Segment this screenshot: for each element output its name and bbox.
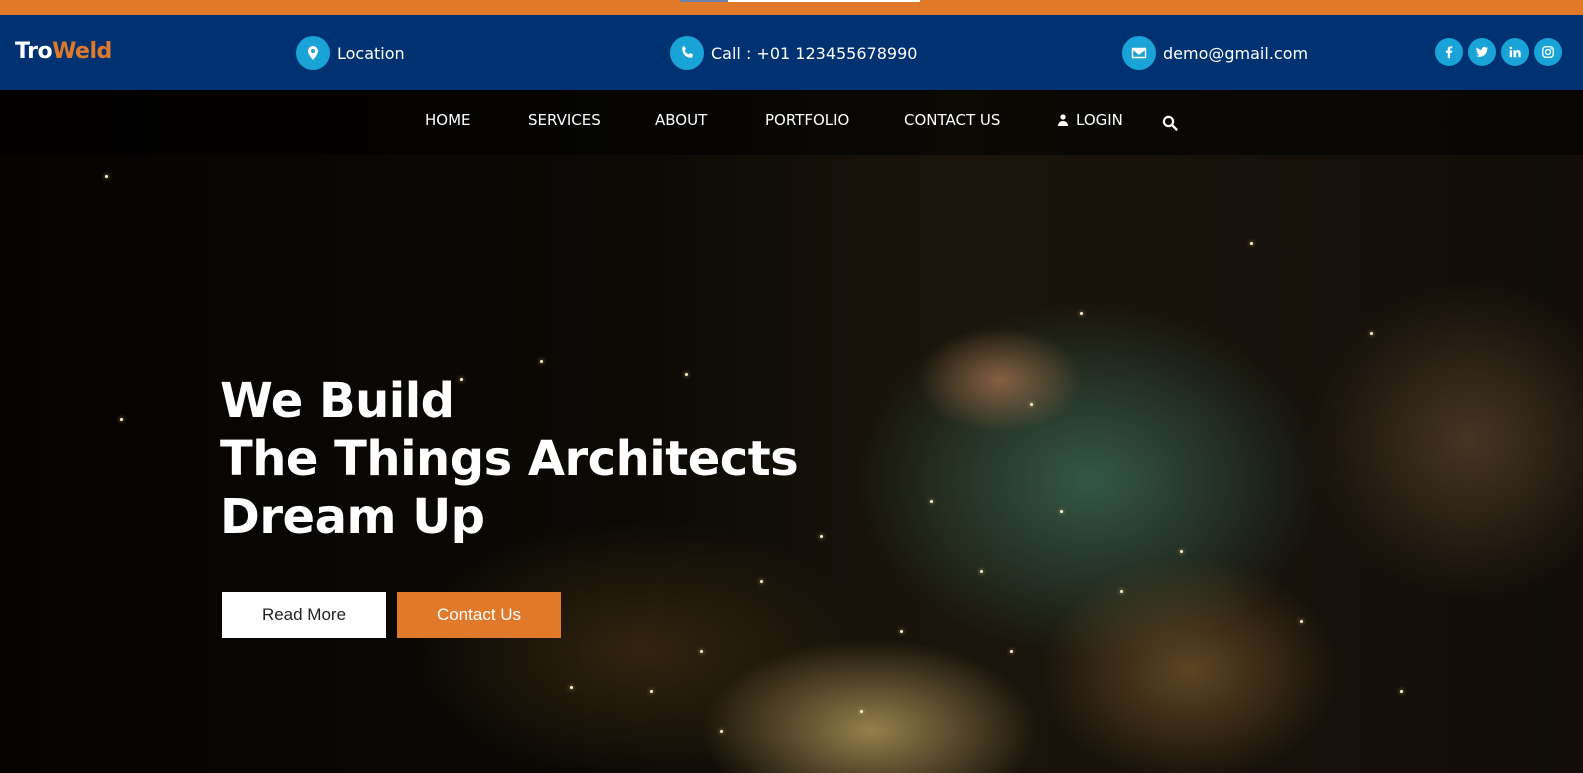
top-info-bar: TroWeld Location Call : +01 123455678990…: [0, 15, 1583, 90]
top-accent-strip: [0, 0, 1583, 15]
hero-headline: We Build The Things Architects Dream Up: [220, 372, 799, 546]
phone-icon: [670, 36, 704, 70]
location-info[interactable]: Location: [296, 36, 405, 70]
main-navigation: HOME SERVICES ABOUT PORTFOLIO CONTACT US…: [0, 90, 1583, 155]
hero-headline-line-2: The Things Architects: [220, 431, 799, 487]
nav-login-label: LOGIN: [1076, 111, 1123, 129]
phone-info[interactable]: Call : +01 123455678990: [670, 36, 917, 70]
user-icon: [1058, 112, 1068, 126]
read-more-button[interactable]: Read More: [222, 592, 386, 638]
browser-tab-indicator: [680, 0, 728, 2]
hero-headline-line-1: We Build: [220, 373, 455, 429]
nav-login[interactable]: LOGIN: [1058, 111, 1123, 129]
location-text: Location: [337, 43, 405, 63]
contact-us-button[interactable]: Contact Us: [397, 592, 561, 638]
nav-home[interactable]: HOME: [425, 111, 471, 129]
brand-name-part2: Weld: [52, 39, 112, 64]
browser-tab-bar: [728, 0, 920, 2]
phone-text: Call : +01 123455678990: [711, 43, 918, 63]
hero-headline-line-3: Dream Up: [220, 489, 485, 545]
brand-name-part1: Tro: [15, 39, 53, 64]
nav-about[interactable]: ABOUT: [655, 111, 707, 129]
search-icon[interactable]: [1162, 115, 1180, 133]
nav-contact-us[interactable]: CONTACT US: [904, 111, 1000, 129]
nav-portfolio[interactable]: PORTFOLIO: [765, 111, 849, 129]
email-info[interactable]: demo@gmail.com: [1122, 36, 1308, 70]
social-links: [1435, 38, 1562, 66]
nav-services[interactable]: SERVICES: [528, 111, 601, 129]
facebook-icon[interactable]: [1435, 38, 1463, 66]
linkedin-icon[interactable]: [1501, 38, 1529, 66]
map-marker-icon: [296, 36, 330, 70]
email-text: demo@gmail.com: [1163, 43, 1309, 63]
brand-logo[interactable]: TroWeld: [15, 39, 112, 64]
instagram-icon[interactable]: [1534, 38, 1562, 66]
envelope-icon: [1122, 36, 1156, 70]
twitter-icon[interactable]: [1468, 38, 1496, 66]
